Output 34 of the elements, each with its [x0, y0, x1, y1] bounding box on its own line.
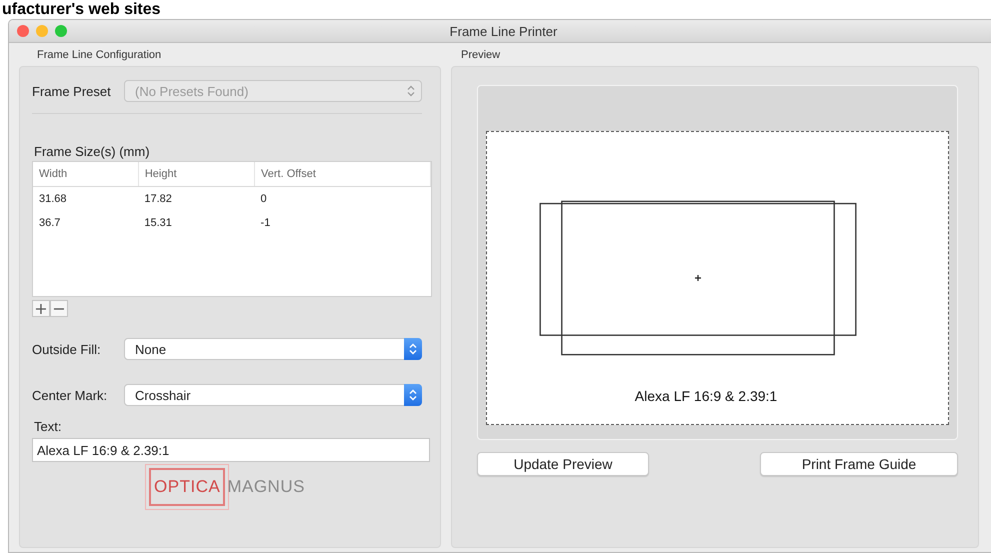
text-field[interactable]: Alexa LF 16:9 & 2.39:1 [32, 438, 430, 462]
section-heading: Frame Line Configuration [36, 48, 162, 63]
table-cell-text: 36.7 [38, 216, 62, 231]
remove-button[interactable]: − [50, 300, 68, 317]
print-button[interactable]: Print Frame Guide [760, 452, 958, 476]
table-cell-text: -1 [260, 216, 272, 231]
window-title: Frame Line Printer [450, 24, 558, 38]
close-button[interactable] [17, 25, 29, 37]
section-heading: Preview [460, 48, 502, 63]
popup-menu[interactable]: None [124, 338, 422, 360]
page-caption: ufacturer's web sites [1, 0, 161, 19]
table-cell-text: 15.31 [143, 216, 173, 231]
popup-menu[interactable]: Crosshair [124, 384, 422, 406]
logo-text: MAGNUS [227, 477, 305, 497]
field-label: Outside Fill: [32, 342, 102, 356]
stepper-icon [404, 338, 422, 360]
field-label: Center Mark: [32, 388, 108, 402]
add-button[interactable]: + [32, 300, 50, 317]
update-preview-button[interactable]: Update Preview [477, 452, 649, 476]
stepper-icon [404, 384, 422, 406]
table-cell: 0 [254, 186, 430, 211]
preview-caption: Alexa LF 16:9 & 2.39:1 [634, 388, 778, 404]
minimize-button[interactable] [36, 25, 48, 37]
table-cell: 17.82 [138, 186, 255, 211]
zoom-button[interactable] [55, 25, 67, 37]
table-title: Frame Size(s) (mm) [34, 144, 151, 159]
column-header[interactable]: Vert. Offset [254, 162, 430, 186]
chevron-icon [407, 85, 415, 97]
table-cell: 31.68 [33, 186, 138, 211]
column-header[interactable]: Width [33, 162, 138, 186]
column-header[interactable]: Height [138, 162, 255, 186]
field-label: Text: [34, 419, 62, 434]
crosshair-icon [694, 274, 702, 282]
field-label: Frame Preset [32, 84, 112, 98]
